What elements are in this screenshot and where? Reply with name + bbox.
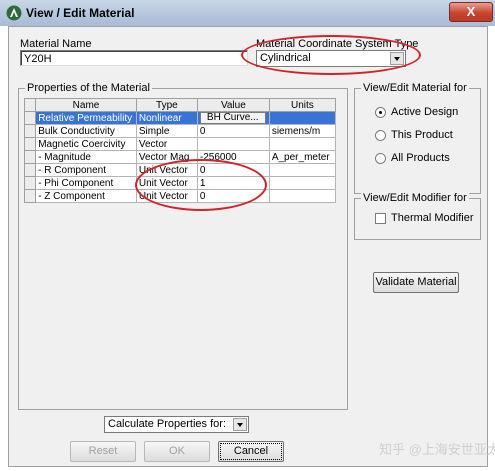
column-header-type[interactable]: Type bbox=[135, 98, 198, 112]
cell-type[interactable]: Unit Vector bbox=[135, 189, 198, 203]
cell-units[interactable] bbox=[268, 189, 337, 203]
cell-name[interactable]: Magnetic Coercivity bbox=[35, 137, 137, 151]
watermark: 知乎 @上海安世亚太 bbox=[379, 442, 495, 457]
table-row[interactable]: - R Component Unit Vector 0 bbox=[23, 163, 337, 177]
calculate-properties-value: Calculate Properties for: bbox=[108, 418, 226, 430]
cell-type[interactable]: Nonlinear bbox=[135, 111, 198, 125]
column-header-value[interactable]: Value bbox=[196, 98, 270, 112]
cell-value[interactable]: 0 bbox=[196, 189, 270, 203]
table-row[interactable]: - Magnitude Vector Mag -256000 A_per_met… bbox=[23, 150, 337, 164]
cell-value[interactable]: 0 bbox=[196, 163, 270, 177]
table-row[interactable]: - Phi Component Unit Vector 1 bbox=[23, 176, 337, 190]
column-header-units[interactable]: Units bbox=[268, 98, 337, 112]
row-header[interactable] bbox=[23, 189, 37, 203]
view-edit-modifier-group: View/Edit Modifier for Thermal Modifier bbox=[354, 192, 481, 240]
coordinate-system-value: Cylindrical bbox=[260, 52, 311, 64]
close-button[interactable]: X bbox=[449, 2, 493, 22]
cell-value[interactable] bbox=[196, 137, 270, 151]
material-name-input[interactable]: Y20H bbox=[20, 50, 248, 66]
view-edit-material-group: View/Edit Material for Active Design Thi… bbox=[354, 82, 481, 194]
material-name-label: Material Name bbox=[20, 38, 92, 50]
row-header[interactable] bbox=[23, 150, 37, 164]
window-title: View / Edit Material bbox=[26, 6, 135, 20]
radio-active-design[interactable] bbox=[375, 107, 386, 118]
cell-type[interactable]: Unit Vector bbox=[135, 176, 198, 190]
cell-value[interactable]: 0 bbox=[196, 124, 270, 138]
cell-units[interactable]: A_per_meter bbox=[268, 150, 337, 164]
this-product-label[interactable]: This Product bbox=[391, 129, 453, 141]
active-design-label[interactable]: Active Design bbox=[391, 106, 458, 118]
bh-curve-button[interactable]: BH Curve... bbox=[199, 112, 266, 124]
view-edit-material-title: View/Edit Material for bbox=[361, 82, 469, 95]
row-header[interactable] bbox=[23, 111, 37, 125]
cell-type[interactable]: Simple bbox=[135, 124, 198, 138]
app-logo-icon bbox=[6, 5, 22, 21]
cell-units[interactable] bbox=[268, 163, 337, 177]
chevron-down-icon[interactable] bbox=[233, 418, 247, 431]
properties-table: Name Type Value Units Relative Permeabil… bbox=[23, 98, 337, 203]
cell-units[interactable] bbox=[268, 176, 337, 190]
row-header[interactable] bbox=[23, 137, 37, 151]
ok-button[interactable]: OK bbox=[144, 441, 210, 462]
cell-name[interactable]: - Z Component bbox=[35, 189, 137, 203]
cell-type[interactable]: Vector Mag bbox=[135, 150, 198, 164]
row-header[interactable] bbox=[23, 124, 37, 138]
cell-name[interactable]: - Phi Component bbox=[35, 176, 137, 190]
row-header-corner bbox=[23, 98, 37, 112]
cell-units[interactable] bbox=[268, 137, 337, 151]
cell-units[interactable]: siemens/m bbox=[268, 124, 337, 138]
cell-value[interactable]: -256000 bbox=[196, 150, 270, 164]
dialog-body: Material Name Y20H Material Coordinate S… bbox=[8, 26, 488, 467]
radio-this-product[interactable] bbox=[375, 130, 386, 141]
table-row[interactable]: Relative Permeability Nonlinear BH Curve… bbox=[23, 111, 337, 125]
validate-material-button[interactable]: Validate Material bbox=[373, 272, 459, 293]
reset-button[interactable]: Reset bbox=[70, 441, 136, 462]
cell-units[interactable] bbox=[268, 111, 337, 125]
properties-group: Properties of the Material Name Type Val… bbox=[18, 82, 348, 410]
cancel-button[interactable]: Cancel bbox=[218, 441, 284, 462]
cell-value[interactable]: BH Curve... bbox=[196, 111, 270, 125]
table-row[interactable]: Magnetic Coercivity Vector bbox=[23, 137, 337, 151]
row-header[interactable] bbox=[23, 176, 37, 190]
cell-name[interactable]: - Magnitude bbox=[35, 150, 137, 164]
thermal-modifier-label[interactable]: Thermal Modifier bbox=[391, 212, 474, 224]
calculate-properties-select[interactable]: Calculate Properties for: bbox=[104, 416, 249, 433]
coordinate-system-select[interactable]: Cylindrical bbox=[256, 50, 406, 67]
cell-name[interactable]: Relative Permeability bbox=[35, 111, 137, 125]
coordinate-system-label: Material Coordinate System Type bbox=[256, 38, 419, 50]
cell-type[interactable]: Vector bbox=[135, 137, 198, 151]
cell-name[interactable]: - R Component bbox=[35, 163, 137, 177]
all-products-label[interactable]: All Products bbox=[391, 152, 450, 164]
table-row[interactable]: Bulk Conductivity Simple 0 siemens/m bbox=[23, 124, 337, 138]
chevron-down-icon[interactable] bbox=[390, 52, 404, 65]
table-row[interactable]: - Z Component Unit Vector 0 bbox=[23, 189, 337, 203]
row-header[interactable] bbox=[23, 163, 37, 177]
radio-all-products[interactable] bbox=[375, 153, 386, 164]
table-header-row: Name Type Value Units bbox=[23, 98, 337, 112]
title-bar: View / Edit Material X bbox=[0, 0, 495, 26]
cell-type[interactable]: Unit Vector bbox=[135, 163, 198, 177]
column-header-name[interactable]: Name bbox=[35, 98, 137, 112]
cell-name[interactable]: Bulk Conductivity bbox=[35, 124, 137, 138]
thermal-modifier-checkbox[interactable] bbox=[375, 213, 386, 224]
cell-value[interactable]: 1 bbox=[196, 176, 270, 190]
view-edit-modifier-title: View/Edit Modifier for bbox=[361, 192, 469, 205]
properties-group-title: Properties of the Material bbox=[25, 82, 152, 95]
